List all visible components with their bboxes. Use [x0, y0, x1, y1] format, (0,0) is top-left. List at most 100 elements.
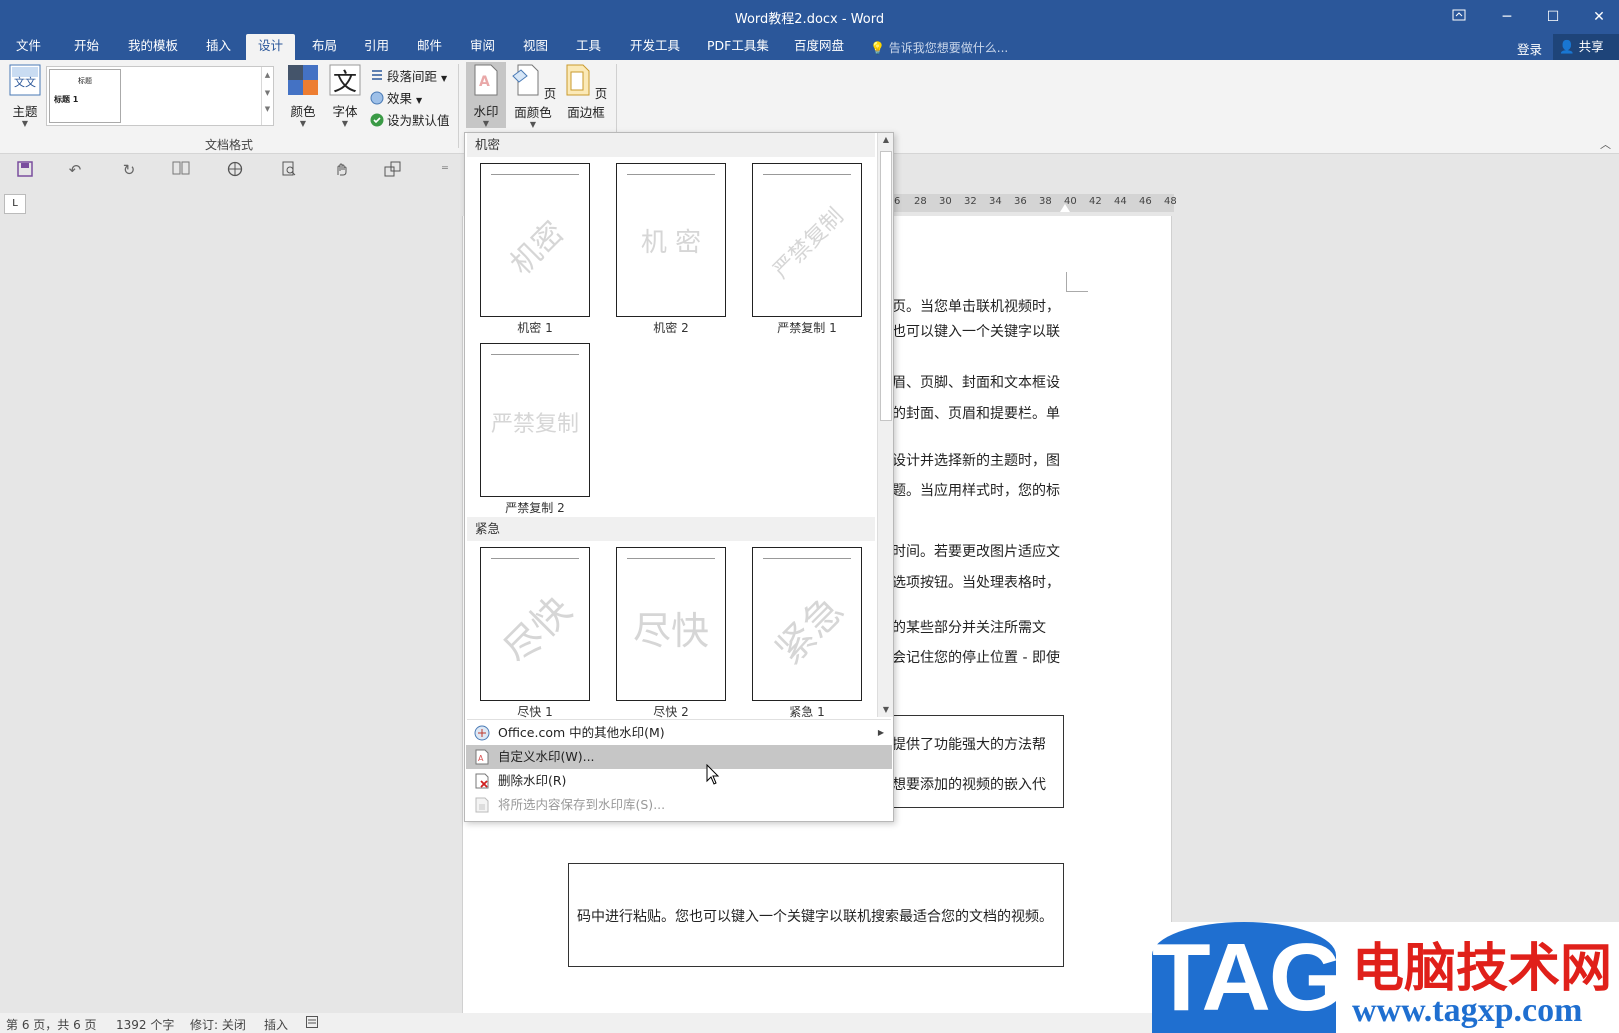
- ruler-tick: 38: [1039, 196, 1052, 207]
- chevron-down-icon: ▼: [341, 119, 349, 128]
- style-set-gallery[interactable]: 标题 标题 1 ▲ ▼ ▼: [46, 66, 274, 126]
- watermark-option-urgent-1[interactable]: 紧急: [752, 547, 862, 701]
- fonts-icon: 文: [329, 64, 361, 96]
- effects-label: 效果: [387, 91, 413, 106]
- track-changes-status[interactable]: 修订: 关闭: [190, 1016, 246, 1033]
- chevron-down-icon: ▼: [529, 120, 537, 129]
- themes-button[interactable]: 文文 主题 ▼: [8, 64, 42, 128]
- tab-mailings[interactable]: 邮件: [405, 34, 454, 60]
- header-line: [763, 558, 851, 559]
- tab-view[interactable]: 视图: [511, 34, 560, 60]
- ruler-tick: 42: [1089, 196, 1102, 207]
- insert-mode-status[interactable]: 插入: [264, 1016, 288, 1033]
- gallery-scrollbar[interactable]: ▲ ▼: [877, 133, 893, 717]
- fonts-button[interactable]: 文 字体 ▼: [328, 64, 362, 128]
- tab-design[interactable]: 设计: [246, 34, 296, 60]
- watermark-option-confidential-1[interactable]: 机密: [480, 163, 590, 317]
- paragraph-spacing-button[interactable]: 段落间距 ▼: [370, 66, 447, 85]
- tab-references[interactable]: 引用: [352, 34, 401, 60]
- watermark-option-do-not-copy-1[interactable]: 严禁复制: [752, 163, 862, 317]
- watermark-preview-text: 严禁复制: [490, 412, 579, 437]
- document-text-line: 也可以键入一个关键字以联: [892, 324, 1060, 340]
- more-commands-icon[interactable]: ⁼: [436, 161, 454, 179]
- login-link[interactable]: 登录: [1517, 39, 1542, 58]
- page-color-button[interactable]: 页面颜色 ▼: [508, 64, 558, 129]
- save-to-gallery-icon: [475, 797, 489, 813]
- tell-me-box[interactable]: 💡 告诉我您想要做什么...: [870, 39, 1008, 56]
- remove-watermark-item[interactable]: 删除水印(R): [466, 769, 892, 793]
- tab-layout[interactable]: 布局: [300, 34, 349, 60]
- document-text-line: 设计并选择新的主题时，图: [892, 453, 1060, 469]
- scroll-up-icon[interactable]: ▲: [262, 71, 273, 79]
- watermark-option-confidential-2[interactable]: 机 密: [616, 163, 726, 317]
- web-layout-icon[interactable]: [226, 161, 244, 179]
- watermark-option-do-not-copy-2[interactable]: 严禁复制: [480, 343, 590, 497]
- document-text-line: 的封面、页眉和提要栏。单: [892, 406, 1060, 422]
- horizontal-ruler[interactable]: 6 28 30 32 34 36 38 40 42 44 46 48: [864, 194, 1177, 212]
- person-icon: 👤: [1559, 39, 1575, 54]
- page-count-status[interactable]: 第 6 页，共 6 页: [6, 1016, 97, 1033]
- scroll-down-icon[interactable]: ▼: [878, 703, 894, 717]
- ribbon-tab-bar: 文件 开始 我的模板 插入 设计 布局 引用 邮件 审阅 视图 工具 开发工具 …: [0, 34, 1619, 60]
- style-set-thumbnail[interactable]: 标题 标题 1: [49, 69, 121, 123]
- more-watermarks-office-item[interactable]: Office.com 中的其他水印(M) ▶: [466, 721, 892, 745]
- minimize-button[interactable]: ─: [1492, 6, 1522, 28]
- logo-url-text: www.tagxp.com: [1352, 992, 1583, 1029]
- maximize-button[interactable]: ☐: [1538, 6, 1568, 28]
- scrollbar-thumb[interactable]: [880, 151, 892, 421]
- custom-watermark-item[interactable]: A 自定义水印(W)...: [466, 745, 892, 769]
- scroll-down-icon[interactable]: ▼: [262, 89, 273, 97]
- word-count-status[interactable]: 1392 个字: [116, 1016, 174, 1033]
- share-button[interactable]: 👤 共享: [1553, 34, 1619, 60]
- scroll-up-icon[interactable]: ▲: [878, 133, 894, 147]
- read-mode-icon[interactable]: [172, 161, 190, 179]
- collapse-ribbon-icon[interactable]: ︿: [1600, 136, 1611, 152]
- checkmark-icon: [370, 113, 384, 127]
- tab-developer[interactable]: 开发工具: [618, 34, 692, 60]
- header-line: [627, 558, 715, 559]
- watermark-dropdown: 机密 机密 机密 1 机 密 机密 2 严禁复制 严禁复制 1 严禁复制 严禁复…: [464, 132, 894, 822]
- tab-tools[interactable]: 工具: [564, 34, 613, 60]
- text-box-2[interactable]: 码中进行粘贴。您也可以键入一个关键字以联机搜索最适合您的文档的视频。: [568, 863, 1064, 967]
- watermark-caption: 尽快 2: [653, 705, 689, 719]
- ruler-tick: 48: [1164, 196, 1177, 207]
- colors-button[interactable]: 颜色 ▼: [286, 64, 320, 128]
- watermark-option-asap-1[interactable]: 尽快: [480, 547, 590, 701]
- tab-selector[interactable]: L: [4, 194, 26, 214]
- redo-icon[interactable]: ↻: [120, 161, 138, 179]
- document-text-line: 页。当您单击联机视频时，: [892, 299, 1060, 315]
- gallery-more-icon[interactable]: ▼: [262, 105, 273, 113]
- page-borders-button[interactable]: 页面边框: [560, 64, 612, 121]
- watermark-preview-text: 严禁复制: [768, 203, 849, 284]
- save-selection-to-gallery-item[interactable]: 将所选内容保存到水印库(S)...: [466, 793, 892, 817]
- document-text-line: 眉、页脚、封面和文本框设: [892, 375, 1060, 391]
- customize-toolbar-icon[interactable]: [384, 161, 402, 179]
- tab-review[interactable]: 审阅: [458, 34, 507, 60]
- close-button[interactable]: ✕: [1584, 6, 1614, 28]
- macro-record-icon[interactable]: [306, 1016, 318, 1031]
- watermark-preview-text: 机密: [503, 214, 572, 283]
- gallery-scroll[interactable]: ▲ ▼ ▼: [261, 67, 273, 125]
- chevron-down-icon: ▼: [441, 74, 448, 83]
- svg-text:A: A: [478, 754, 484, 763]
- tab-pdf-tools[interactable]: PDF工具集: [695, 34, 781, 60]
- remove-watermark-icon: [475, 773, 489, 789]
- effects-button[interactable]: 效果 ▼: [370, 88, 422, 107]
- touch-mode-icon[interactable]: [332, 161, 350, 179]
- watermark-caption: 机密 2: [653, 321, 689, 335]
- print-preview-icon[interactable]: [280, 161, 298, 179]
- ribbon-display-icon[interactable]: [1444, 6, 1474, 28]
- tab-insert[interactable]: 插入: [194, 34, 243, 60]
- watermark-button[interactable]: A 水印 ▼: [466, 62, 506, 128]
- save-icon[interactable]: [16, 161, 34, 179]
- tab-my-templates[interactable]: 我的模板: [116, 34, 190, 60]
- tab-file[interactable]: 文件: [4, 34, 53, 60]
- header-line: [491, 558, 579, 559]
- tab-home[interactable]: 开始: [62, 34, 111, 60]
- tab-baidu-pan[interactable]: 百度网盘: [782, 34, 856, 60]
- menu-item-label: 删除水印(R): [498, 773, 567, 788]
- set-as-default-button[interactable]: 设为默认值: [370, 110, 450, 129]
- watermark-option-asap-2[interactable]: 尽快: [616, 547, 726, 701]
- undo-icon[interactable]: ↶: [66, 161, 84, 179]
- right-indent-marker[interactable]: [1060, 204, 1070, 212]
